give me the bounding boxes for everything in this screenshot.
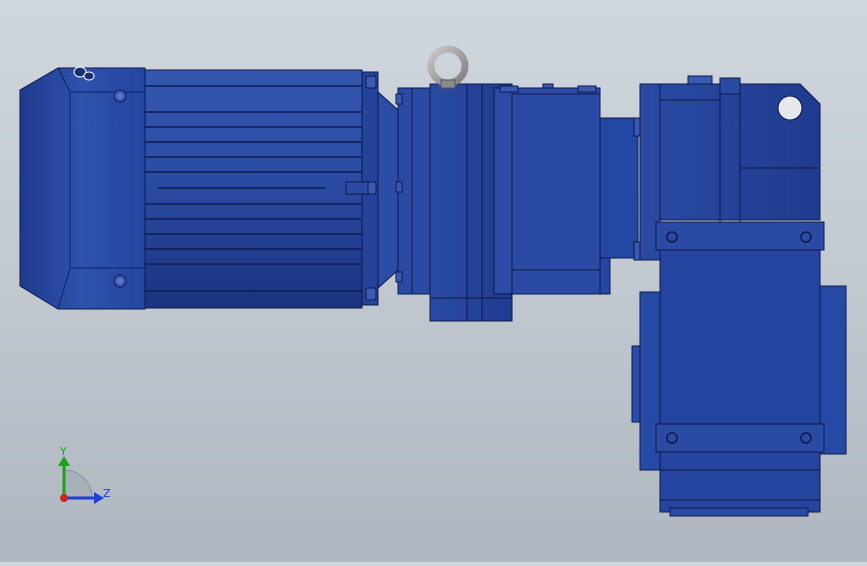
model-canvas[interactable]: Y Z [0, 0, 867, 562]
origin-icon [60, 494, 68, 502]
mounting-hole [777, 95, 803, 121]
clamp-band-upper [655, 221, 825, 251]
clamp-band-lower [655, 423, 825, 453]
eyebolt-icon [427, 45, 469, 89]
motor-end-cap [19, 67, 146, 310]
motor[interactable] [19, 66, 399, 310]
y-axis-label: Y [59, 445, 67, 458]
intermediate-housing[interactable] [493, 83, 643, 295]
cad-viewport[interactable]: Y Z [0, 0, 867, 562]
triad-plane-icon [63, 469, 93, 499]
output-gearbox[interactable] [631, 75, 847, 517]
motor-stator [144, 69, 363, 309]
z-axis-label: Z [103, 487, 111, 500]
coordinate-triad: Y Z [58, 445, 111, 504]
